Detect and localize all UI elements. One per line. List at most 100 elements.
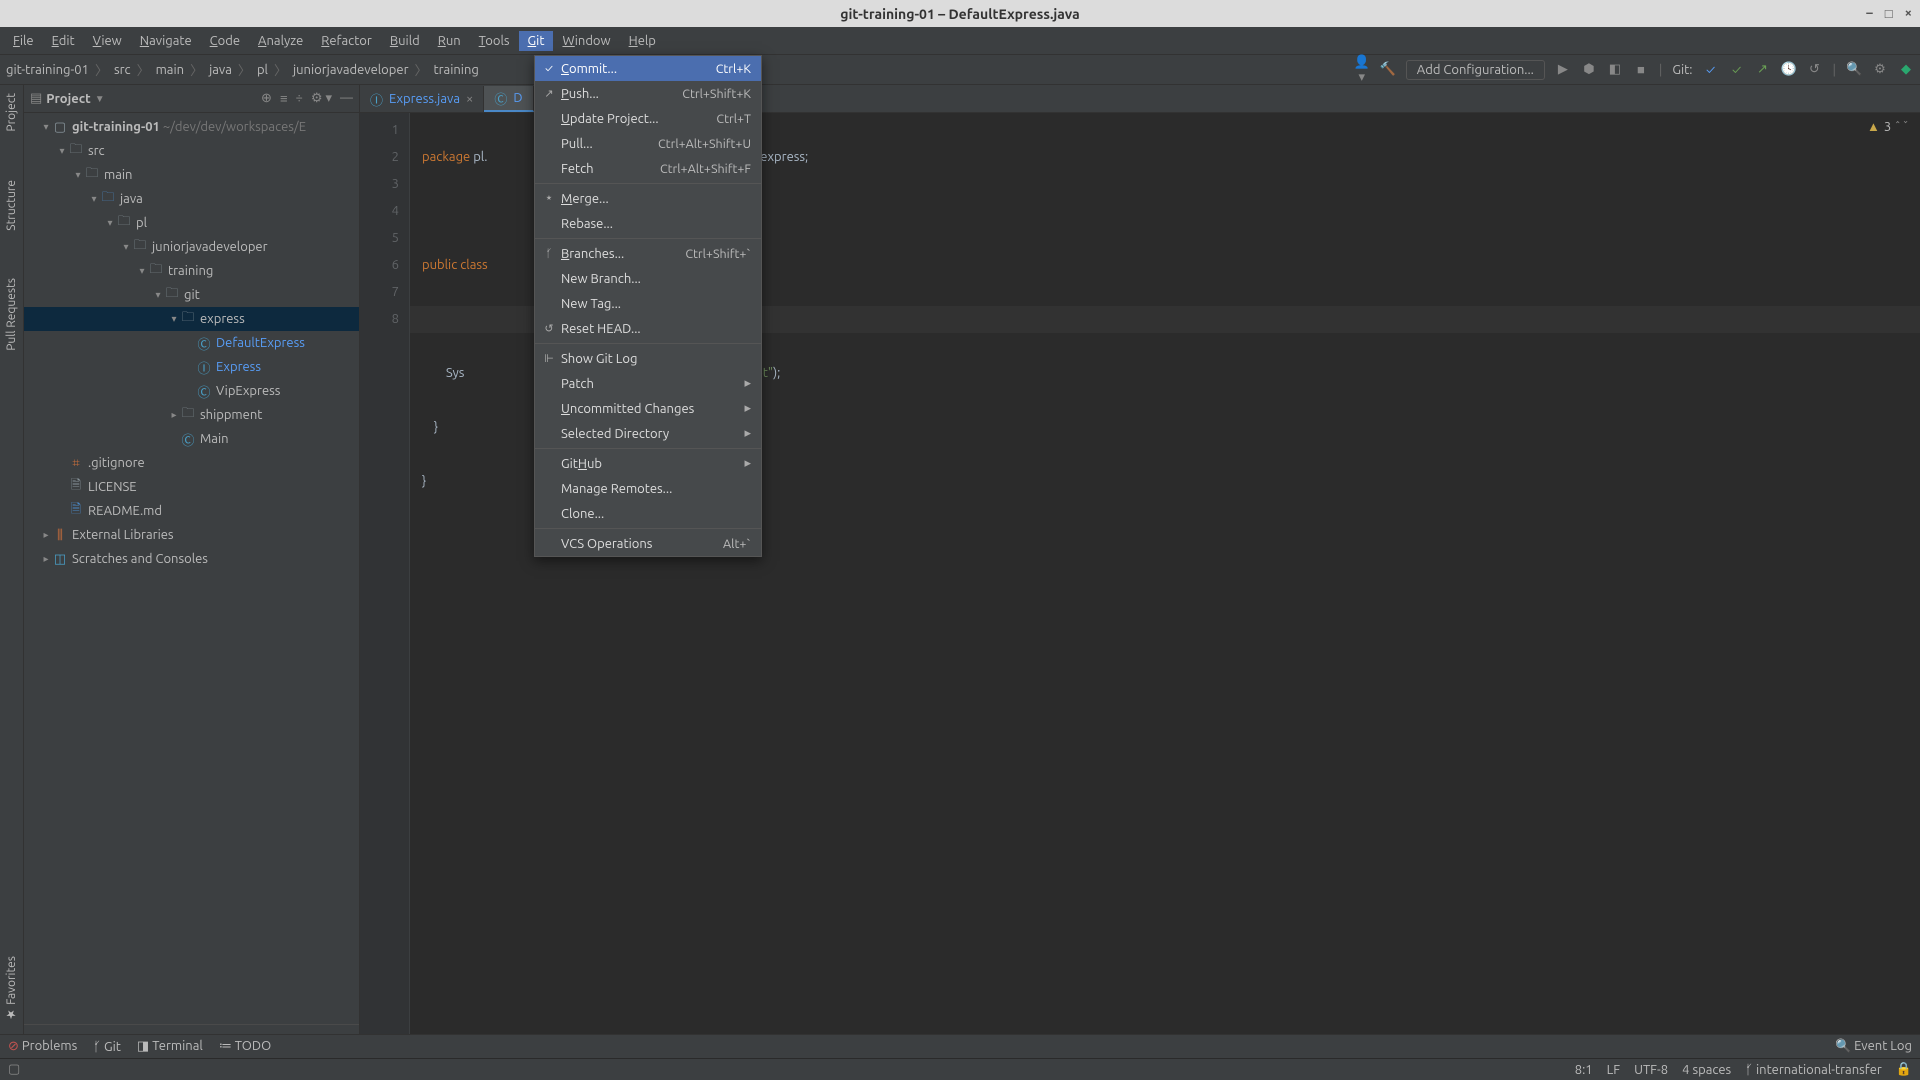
- git-menu-item[interactable]: VCS OperationsAlt+`: [535, 531, 761, 556]
- menu-tools[interactable]: Tools: [470, 31, 519, 51]
- terminal-tool[interactable]: ◨ Terminal: [137, 1039, 203, 1054]
- tree-license[interactable]: 🗎LICENSE: [24, 475, 359, 499]
- git-rollback-icon[interactable]: ↺: [1807, 62, 1823, 77]
- todo-tool[interactable]: ≔ TODO: [219, 1039, 271, 1054]
- inspection-badge[interactable]: ▲3 ˆ ˇ: [1867, 119, 1908, 134]
- git-menu-item[interactable]: Manage Remotes...: [535, 476, 761, 501]
- encoding[interactable]: UTF-8: [1634, 1063, 1668, 1077]
- git-tool[interactable]: ᚶ Git: [93, 1040, 121, 1054]
- breadcrumb-item[interactable]: training: [434, 63, 479, 77]
- toolwindow-tab-project[interactable]: Project: [3, 89, 20, 136]
- git-menu-item[interactable]: ⊩Show Git Log: [535, 346, 761, 371]
- project-label[interactable]: Project: [46, 92, 90, 106]
- gear-icon[interactable]: ⚙ ▾: [311, 91, 332, 106]
- menu-navigate[interactable]: Navigate: [131, 31, 201, 51]
- project-tree[interactable]: ▾▢git-training-01 ~/dev/dev/workspaces/E…: [24, 113, 359, 1024]
- git-menu-item[interactable]: ✓Commit...Ctrl+K: [535, 56, 761, 81]
- git-menu-item[interactable]: ↗Push...Ctrl+Shift+K: [535, 81, 761, 106]
- git-menu-item[interactable]: Update Project...Ctrl+T: [535, 106, 761, 131]
- close-tab-icon[interactable]: ×: [466, 92, 473, 106]
- tree-main[interactable]: ▾🗀main: [24, 163, 359, 187]
- tree-file[interactable]: ⒸVipExpress: [24, 379, 359, 403]
- git-push-icon[interactable]: ↗: [1755, 62, 1771, 77]
- git-commit-icon[interactable]: ✓: [1729, 63, 1745, 77]
- run-icon[interactable]: ▶: [1555, 62, 1571, 77]
- menu-code[interactable]: Code: [201, 31, 249, 51]
- git-menu-item[interactable]: ⭑Merge...: [535, 186, 761, 211]
- git-update-icon[interactable]: ✓: [1703, 63, 1719, 77]
- menu-build[interactable]: Build: [381, 31, 429, 51]
- problems-tool[interactable]: ⊘ Problems: [8, 1039, 77, 1054]
- git-menu-item[interactable]: GitHub▸: [535, 451, 761, 476]
- tree-training[interactable]: ▾🗀training: [24, 259, 359, 283]
- git-branch[interactable]: ᚶ international-transfer: [1745, 1063, 1882, 1077]
- line-ending[interactable]: LF: [1607, 1063, 1620, 1077]
- menu-edit[interactable]: Edit: [43, 31, 84, 51]
- indent[interactable]: 4 spaces: [1682, 1063, 1731, 1077]
- tree-src[interactable]: ▾🗀src: [24, 139, 359, 163]
- git-menu-item[interactable]: Rebase...: [535, 211, 761, 236]
- menu-analyze[interactable]: Analyze: [249, 31, 312, 51]
- breadcrumb-item[interactable]: java: [209, 63, 232, 77]
- tree-express[interactable]: ▾🗀express: [24, 307, 359, 331]
- tree-scratches[interactable]: ▸◫Scratches and Consoles: [24, 547, 359, 571]
- collapse-icon[interactable]: ÷: [296, 91, 303, 106]
- breadcrumb-item[interactable]: juniorjavadeveloper: [293, 63, 409, 77]
- git-menu-item[interactable]: New Branch...: [535, 266, 761, 291]
- event-log[interactable]: 🔍 Event Log: [1835, 1039, 1912, 1054]
- git-menu-item[interactable]: Patch▸: [535, 371, 761, 396]
- stop-icon[interactable]: ■: [1633, 62, 1649, 77]
- git-menu-item[interactable]: New Tag...: [535, 291, 761, 316]
- menu-git[interactable]: Git: [519, 31, 554, 51]
- tree-ext-libs[interactable]: ▸⫼External Libraries: [24, 523, 359, 547]
- user-icon[interactable]: 👤▾: [1354, 55, 1370, 85]
- settings-icon[interactable]: ⚙: [1872, 62, 1888, 77]
- git-menu-item[interactable]: FetchCtrl+Alt+Shift+F: [535, 156, 761, 181]
- hide-icon[interactable]: —: [340, 91, 353, 106]
- menu-file[interactable]: File: [4, 31, 43, 51]
- debug-icon[interactable]: ⬢: [1581, 62, 1597, 77]
- toolwindow-tab-pull-requests[interactable]: Pull Requests: [3, 274, 20, 355]
- menu-run[interactable]: Run: [429, 31, 470, 51]
- menu-refactor[interactable]: Refactor: [312, 31, 381, 51]
- status-icon[interactable]: ▢: [8, 1062, 20, 1077]
- git-menu-item[interactable]: ᚶBranches...Ctrl+Shift+`: [535, 241, 761, 266]
- editor-tab[interactable]: ⒾExpress.java×: [360, 86, 484, 112]
- tree-java[interactable]: ▾🗀java: [24, 187, 359, 211]
- git-menu-item[interactable]: ↺Reset HEAD...: [535, 316, 761, 341]
- lock-icon[interactable]: 🔒: [1896, 1062, 1912, 1077]
- coverage-icon[interactable]: ◧: [1607, 62, 1623, 77]
- toolwindow-tab-structure[interactable]: Structure: [3, 176, 20, 235]
- expand-icon[interactable]: ≡: [280, 91, 288, 106]
- add-configuration-button[interactable]: Add Configuration...: [1406, 60, 1545, 80]
- tree-file[interactable]: ⒾExpress: [24, 355, 359, 379]
- tree-root[interactable]: ▾▢git-training-01 ~/dev/dev/workspaces/E: [24, 115, 359, 139]
- ide-icon[interactable]: ◆: [1898, 62, 1914, 77]
- tree-pl[interactable]: ▾🗀pl: [24, 211, 359, 235]
- breadcrumb-item[interactable]: git-training-01: [6, 63, 89, 77]
- tree-shippment[interactable]: ▸🗀shippment: [24, 403, 359, 427]
- tree-jjd[interactable]: ▾🗀juniorjavadeveloper: [24, 235, 359, 259]
- caret-position[interactable]: 8:1: [1575, 1063, 1593, 1077]
- toolwindow-tab-favorites[interactable]: ★ Favorites: [3, 952, 21, 1026]
- breadcrumb-item[interactable]: main: [156, 63, 184, 77]
- menu-window[interactable]: Window: [553, 31, 619, 51]
- git-menu-item[interactable]: Pull...Ctrl+Alt+Shift+U: [535, 131, 761, 156]
- tree-gitignore[interactable]: ⌗.gitignore: [24, 451, 359, 475]
- git-menu-item[interactable]: Clone...: [535, 501, 761, 526]
- minimize-icon[interactable]: –: [1866, 6, 1873, 21]
- maximize-icon[interactable]: □: [1885, 6, 1893, 21]
- tree-mainclass[interactable]: ⒸMain: [24, 427, 359, 451]
- git-history-icon[interactable]: 🕓: [1781, 62, 1797, 77]
- build-icon[interactable]: 🔨: [1380, 62, 1396, 77]
- menu-help[interactable]: Help: [620, 31, 665, 51]
- search-icon[interactable]: 🔍: [1846, 62, 1862, 77]
- close-icon[interactable]: ×: [1905, 6, 1912, 21]
- locate-icon[interactable]: ⊕: [261, 91, 272, 106]
- tree-git[interactable]: ▾🗀git: [24, 283, 359, 307]
- breadcrumb-item[interactable]: src: [114, 63, 131, 77]
- menu-view[interactable]: View: [84, 31, 131, 51]
- breadcrumb-item[interactable]: pl: [257, 63, 268, 77]
- tree-readme[interactable]: 🗎README.md: [24, 499, 359, 523]
- git-menu-item[interactable]: Uncommitted Changes▸: [535, 396, 761, 421]
